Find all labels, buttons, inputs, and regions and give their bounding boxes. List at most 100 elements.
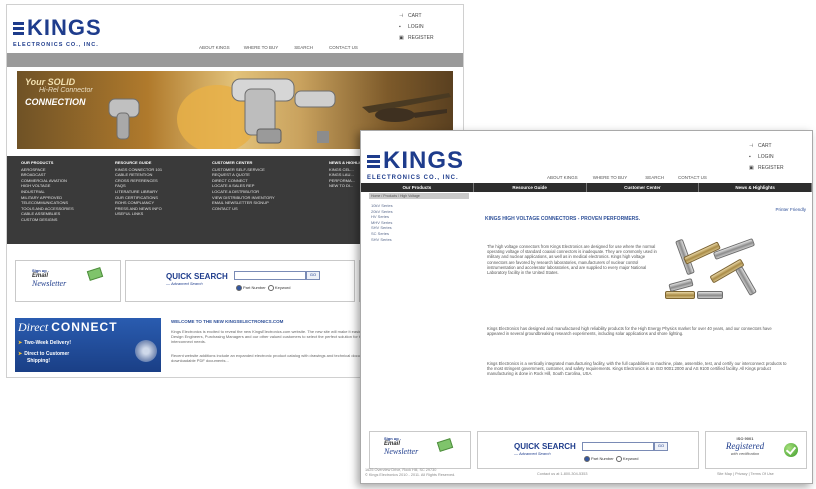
part-number-radio[interactable] bbox=[584, 456, 590, 462]
sidebar-item[interactable]: 10kV Series bbox=[371, 203, 393, 209]
kings-logo[interactable]: KINGS bbox=[367, 149, 464, 173]
nav-contact[interactable]: CONTACT US bbox=[329, 45, 358, 50]
nav-about[interactable]: ABOUT KINGS bbox=[199, 45, 230, 50]
register-icon: ▣ bbox=[749, 165, 754, 171]
nav-tab-resources[interactable]: Resource Guide bbox=[474, 183, 587, 192]
keyword-label: Keyword bbox=[622, 456, 639, 462]
arrow-right-icon: ➤ bbox=[18, 340, 23, 346]
direct-connect-row: Shipping! bbox=[27, 358, 51, 364]
page-heading: KINGS HIGH VOLTAGE CONNECTORS - PROVEN P… bbox=[485, 216, 641, 222]
quick-search-panel: QUICK SEARCH — Advanced Search GO Part N… bbox=[125, 260, 355, 302]
product-page-screenshot: KINGS ELECTRONICS CO., INC. ⊣ CART ▪ LOGIN… bbox=[360, 130, 813, 484]
nav-about[interactable]: ABOUT KINGS bbox=[547, 175, 578, 180]
register-link[interactable]: ▣ REGISTER bbox=[399, 35, 434, 41]
welcome-paragraph-2: Recent website additions include an expa… bbox=[171, 353, 373, 363]
cart-link[interactable]: ⊣ CART bbox=[749, 143, 784, 149]
breadcrumb[interactable]: Home / Products / High Voltage bbox=[369, 193, 469, 199]
nav-search[interactable]: SEARCH bbox=[645, 175, 664, 180]
intro-paragraph: The high voltage connectors from Kings E… bbox=[487, 244, 657, 276]
login-link[interactable]: ▪ LOGIN bbox=[749, 154, 784, 160]
history-paragraph: Kings Electronics has designed and manuf… bbox=[487, 326, 772, 337]
quick-search-panel: QUICK SEARCH — Advanced Search GO Part N… bbox=[477, 431, 699, 469]
quick-search-title: QUICK SEARCH bbox=[166, 272, 228, 281]
top-nav: ABOUT KINGS WHERE TO BUY SEARCH CONTACT … bbox=[547, 175, 707, 180]
newsletter-promo[interactable]: Sign up - Email Newsletter bbox=[15, 260, 121, 302]
part-number-radio[interactable] bbox=[236, 285, 242, 291]
sitemap-col-customer: CUSTOMER CENTER CUSTOMER SELF-SERVICE RE… bbox=[212, 160, 275, 211]
nav-where-to-buy[interactable]: WHERE TO BUY bbox=[593, 175, 628, 180]
sitemap-link[interactable]: LITERATURE LIBRARY bbox=[115, 189, 162, 195]
envelope-icon bbox=[436, 438, 454, 452]
search-type-options: Part Number Keyword bbox=[584, 456, 638, 462]
utility-links: ⊣ CART ▪ LOGIN ▣ REGISTER bbox=[399, 13, 434, 46]
search-input[interactable] bbox=[582, 442, 654, 451]
connector-image bbox=[712, 238, 756, 260]
manufacturing-paragraph: Kings Electronics is a vertically integr… bbox=[487, 361, 787, 377]
nav-tab-news[interactable]: News & Highlights bbox=[699, 183, 812, 192]
logo-stripes bbox=[13, 21, 24, 35]
iso-line3: with certification bbox=[730, 451, 760, 456]
utility-links: ⊣ CART ▪ LOGIN ▣ REGISTER bbox=[749, 143, 784, 176]
nav-contact[interactable]: CONTACT US bbox=[678, 175, 707, 180]
logo-wordmark: KINGS bbox=[27, 15, 102, 40]
search-input[interactable] bbox=[234, 271, 306, 280]
logo-subtitle: ELECTRONICS CO., INC. bbox=[13, 42, 99, 48]
newsletter-text: Sign up - Email Newsletter bbox=[384, 436, 418, 456]
nav-tab-products[interactable]: Our Products bbox=[361, 183, 474, 192]
kings-logo[interactable]: KINGS bbox=[13, 17, 102, 39]
iso-registered-badge[interactable]: ISO 9001 Registered with certification bbox=[705, 431, 807, 469]
sitemap-link[interactable]: TELECOMMUNICATIONS bbox=[21, 200, 74, 206]
direct-connect-banner[interactable]: Direct CONNECT ➤ Two-Week Delivery! ➤ Dire… bbox=[15, 318, 161, 372]
footer-links[interactable]: Site Map | Privacy | Terms Of Use bbox=[717, 472, 774, 477]
sitemap-link[interactable]: EMAIL NEWSLETTER SIGNUP bbox=[212, 200, 275, 206]
login-link[interactable]: ▪ LOGIN bbox=[399, 24, 434, 30]
checkmark-icon bbox=[784, 443, 798, 457]
keyword-radio[interactable] bbox=[267, 285, 274, 291]
nav-tab-customer-center[interactable]: Customer Center bbox=[587, 183, 700, 192]
quick-search-title: QUICK SEARCH bbox=[514, 442, 576, 451]
series-sidebar: 10kV Series 20kV Series HV Series MHV Se… bbox=[371, 203, 393, 242]
connector-image bbox=[735, 266, 757, 296]
welcome-paragraph: Kings Electronics is excited to reveal t… bbox=[171, 329, 369, 344]
connector-image bbox=[668, 278, 694, 292]
register-link[interactable]: ▣ REGISTER bbox=[749, 165, 784, 171]
search-go-button[interactable]: GO bbox=[306, 271, 320, 280]
sitemap-link[interactable]: USEFUL LINKS bbox=[115, 211, 162, 217]
cart-link[interactable]: ⊣ CART bbox=[399, 13, 434, 19]
direct-connect-row: ➤ Direct to Customer bbox=[18, 351, 70, 357]
footer-copyright: © Kings Electronics 2010 - 2011. All Rig… bbox=[365, 473, 456, 477]
login-icon: ▪ bbox=[399, 24, 401, 30]
advanced-search-link[interactable]: — Advanced Search bbox=[166, 281, 228, 286]
connector-image bbox=[697, 291, 723, 299]
header-divider-bar bbox=[7, 53, 463, 67]
sidebar-item[interactable]: SHV Series bbox=[371, 237, 393, 243]
newsletter-promo[interactable]: Sign up - Email Newsletter bbox=[369, 431, 471, 469]
iso-text: ISO 9001 Registered with certification bbox=[712, 436, 778, 456]
sitemap-heading: RESOURCE GUIDE bbox=[115, 160, 152, 165]
nav-search[interactable]: SEARCH bbox=[294, 45, 313, 50]
top-nav: ABOUT KINGS WHERE TO BUY SEARCH CONTACT … bbox=[199, 45, 358, 50]
cart-icon: ⊣ bbox=[399, 13, 404, 19]
printer-friendly-link[interactable]: Printer Friendly bbox=[775, 207, 806, 212]
advanced-search-link[interactable]: — Advanced Search bbox=[514, 451, 576, 456]
iso-line2: Registered bbox=[725, 441, 765, 451]
logo-wordmark: KINGS bbox=[383, 147, 465, 174]
direct-connect-row: ➤ Two-Week Delivery! bbox=[18, 340, 71, 346]
sitemap-link[interactable]: CONTACT US bbox=[212, 206, 275, 212]
arrow-right-icon: ➤ bbox=[18, 351, 23, 357]
keyword-radio[interactable] bbox=[615, 456, 622, 462]
cart-icon: ⊣ bbox=[749, 143, 754, 149]
sitemap-col-resources: RESOURCE GUIDE KINGS CONNECTOR 101 CABLE… bbox=[115, 160, 162, 217]
nav-where-to-buy[interactable]: WHERE TO BUY bbox=[244, 45, 279, 50]
sitemap-link[interactable]: CUSTOM DESIGNS bbox=[21, 217, 74, 223]
footer-address: 1625 Overview Drive, Rock Hill, SC 29730… bbox=[365, 468, 455, 478]
newsletter-line3: Newsletter bbox=[384, 447, 419, 456]
part-number-label: Part Number bbox=[243, 285, 266, 291]
search-go-button[interactable]: GO bbox=[654, 442, 668, 451]
sitemap-heading: OUR PRODUCTS bbox=[21, 160, 54, 165]
welcome-heading: WELCOME TO THE NEW KINGSELECTRONICS.COM bbox=[171, 319, 284, 324]
logo-subtitle: ELECTRONICS CO., INC. bbox=[367, 175, 459, 181]
login-icon: ▪ bbox=[749, 154, 751, 160]
quick-search-heading: QUICK SEARCH — Advanced Search bbox=[166, 272, 228, 286]
logo-stripes bbox=[367, 154, 380, 168]
